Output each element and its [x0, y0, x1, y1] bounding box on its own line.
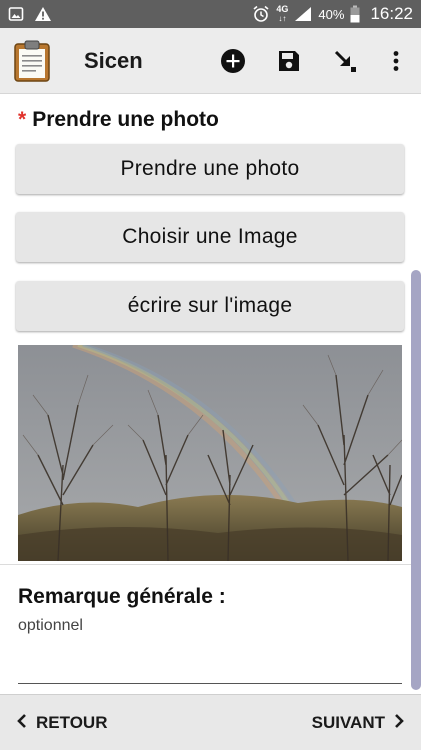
battery-percent: 40%	[318, 6, 345, 22]
next-label: SUIVANT	[311, 713, 385, 732]
question-text: Prendre une photo	[32, 108, 219, 131]
remark-label: Remarque générale :	[18, 585, 226, 608]
status-bar: 4G ↓↑ 40% 16:22	[0, 0, 421, 28]
chevron-right-icon	[393, 713, 405, 734]
remark-hint: optionnel	[18, 617, 83, 634]
question-label: * Prendre une photo	[18, 108, 219, 132]
required-marker: *	[18, 108, 27, 131]
back-button[interactable]: RETOUR	[16, 695, 107, 750]
alarm-icon	[252, 5, 270, 23]
back-label: RETOUR	[36, 713, 108, 732]
app-title: Sicen	[84, 48, 143, 73]
form-content[interactable]: * Prendre une photo Prendre une photo Cho…	[0, 94, 421, 694]
chevron-left-icon	[16, 713, 28, 734]
scrollbar[interactable]	[411, 270, 421, 690]
clock-time: 16:22	[370, 4, 413, 23]
image-notification-icon	[8, 6, 24, 22]
remark-input[interactable]	[18, 642, 402, 684]
app-bar: Sicen	[0, 28, 421, 94]
network-label: 4G	[276, 4, 289, 14]
save-icon[interactable]	[273, 45, 305, 77]
draw-on-image-button[interactable]: écrire sur l'image	[16, 281, 404, 331]
photo-preview[interactable]	[18, 345, 402, 561]
clipboard-icon	[14, 40, 50, 82]
battery-icon	[350, 5, 360, 23]
section-divider	[0, 564, 421, 565]
take-photo-button[interactable]: Prendre une photo	[16, 144, 404, 194]
warning-icon	[34, 6, 52, 22]
signal-icon	[294, 6, 312, 22]
next-button[interactable]: SUIVANT	[312, 695, 405, 750]
more-vert-icon[interactable]	[380, 45, 412, 77]
choose-image-button[interactable]: Choisir une Image	[16, 212, 404, 262]
arrow-down-right-icon[interactable]	[329, 45, 361, 77]
bottom-nav: RETOUR SUIVANT	[0, 694, 421, 750]
add-circle-icon[interactable]	[217, 45, 249, 77]
network-4g-icon: 4G ↓↑	[276, 4, 289, 24]
